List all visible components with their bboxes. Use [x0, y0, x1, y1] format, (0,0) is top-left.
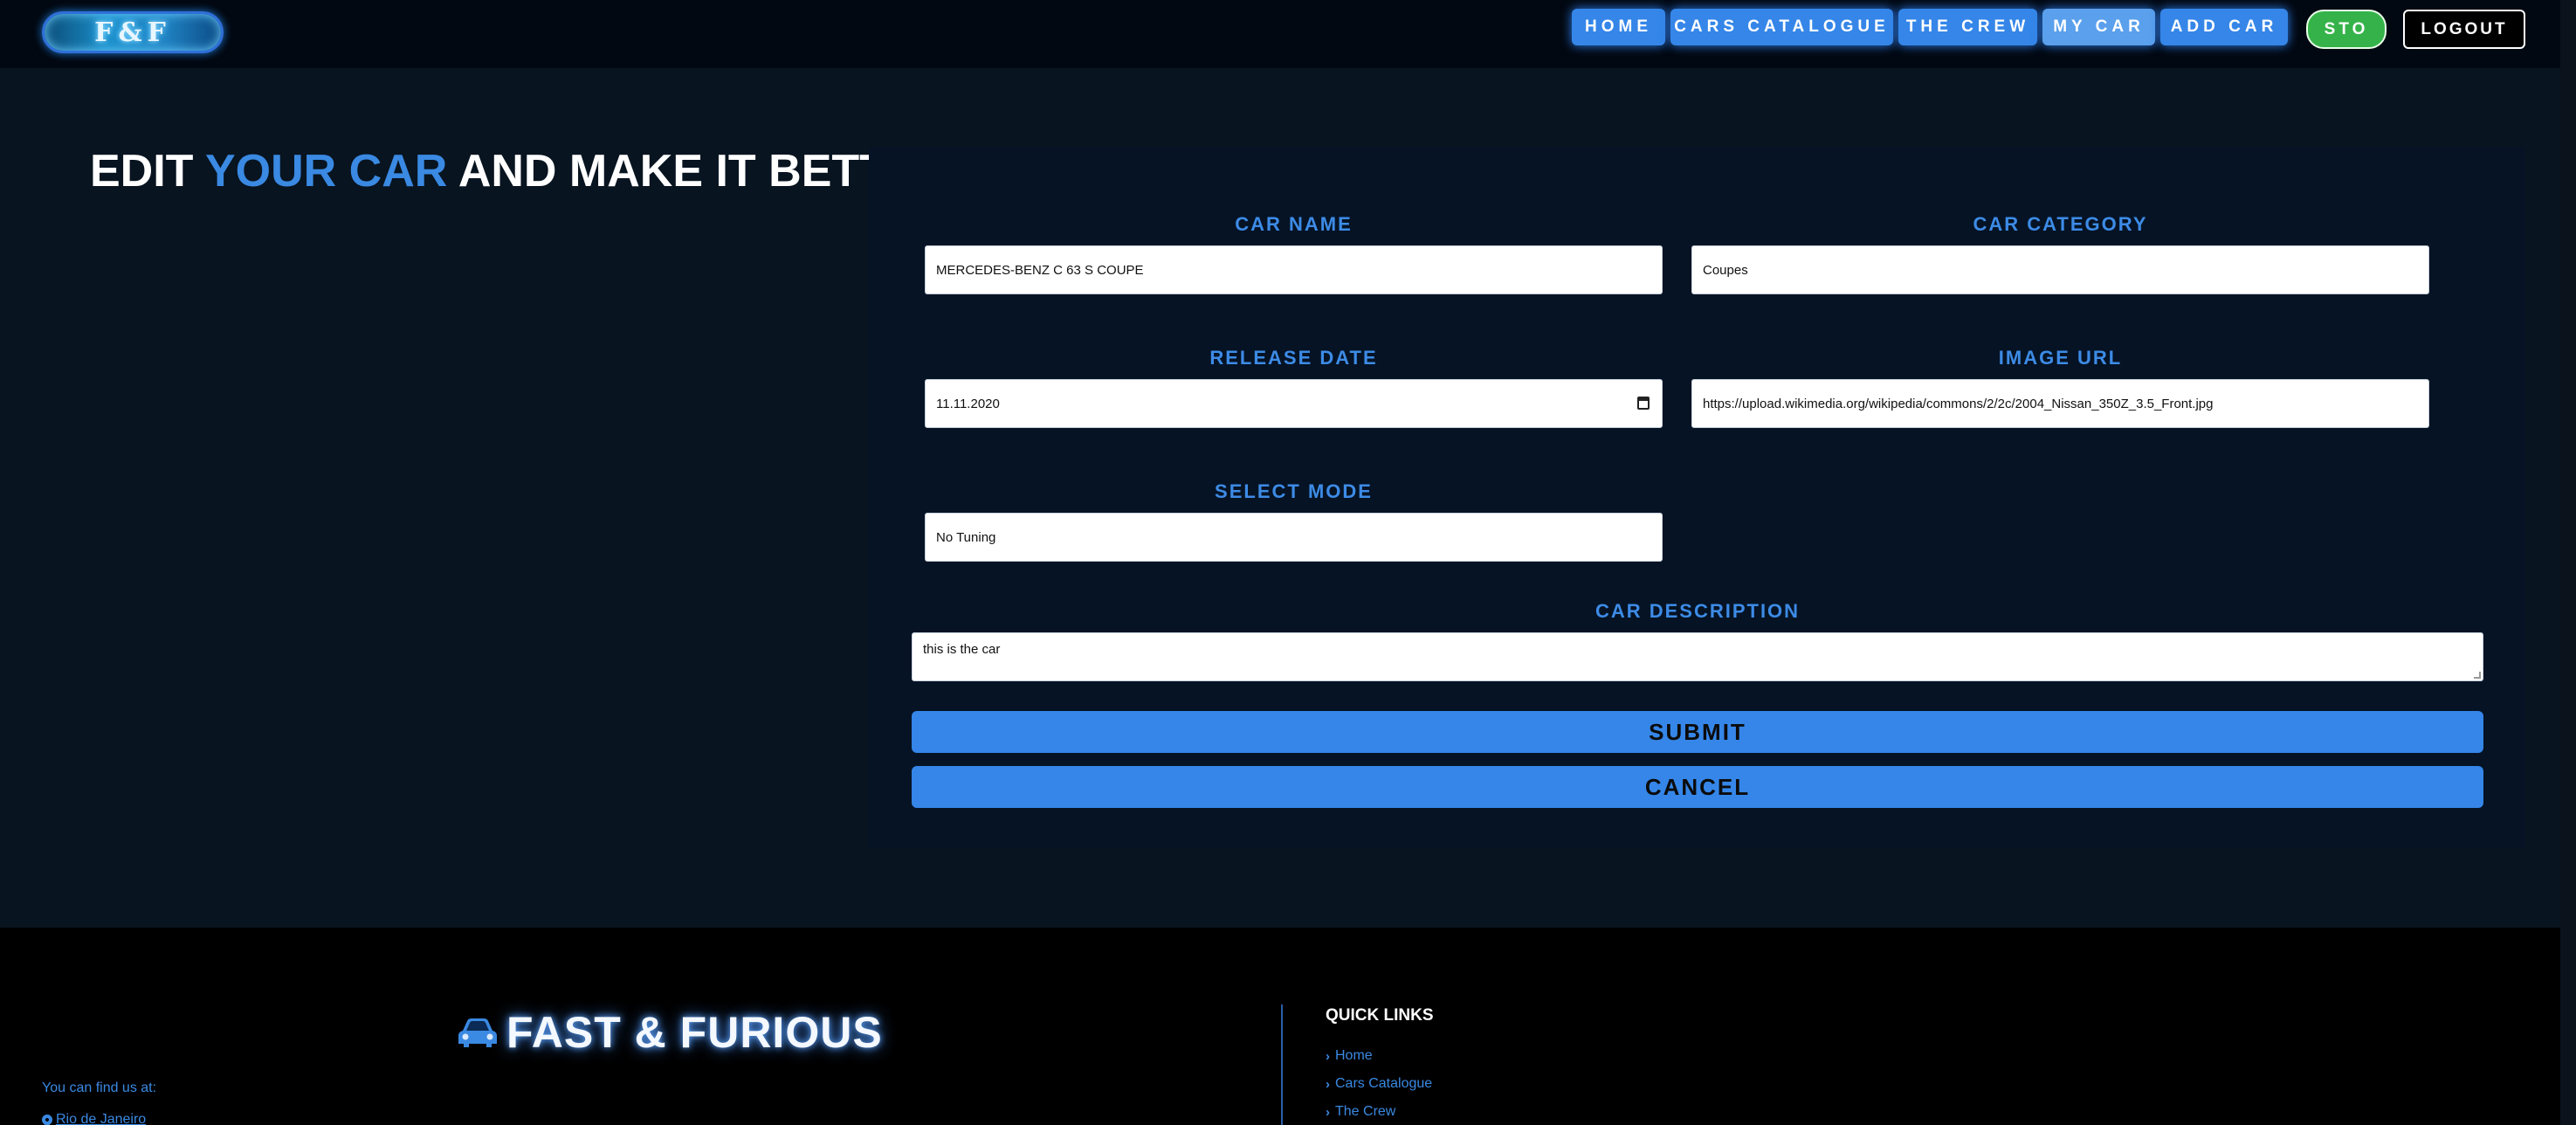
map-pin-icon [39, 1112, 55, 1125]
resize-grip-icon[interactable] [2474, 672, 2481, 679]
calendar-icon[interactable] [1637, 397, 1650, 410]
submit-button[interactable]: SUBMIT [912, 711, 2483, 753]
chevron-right-icon: › [1326, 1104, 1330, 1120]
quick-link-label: Cars Catalogue [1335, 1076, 1433, 1091]
edit-car-form: CAR NAME MERCEDES-BENZ C 63 S COUPE CAR … [869, 147, 2525, 848]
quick-links-title: QUICK LINKS [1326, 1006, 1434, 1025]
quick-link-cars-catalogue[interactable]: › Cars Catalogue [1326, 1076, 1432, 1092]
chevron-right-icon: › [1326, 1076, 1330, 1092]
quick-link-label: Home [1335, 1048, 1373, 1063]
release-date-input[interactable]: 11.11.2020 [925, 379, 1663, 428]
car-description-textarea[interactable]: this is the car [912, 632, 2483, 681]
main-content: EDIT YOUR CAR AND MAKE IT BETTER CAR NAM… [0, 68, 2560, 928]
cancel-button[interactable]: CANCEL [912, 766, 2483, 808]
release-date-value: 11.11.2020 [936, 396, 1000, 411]
title-part-1: EDIT [90, 146, 205, 197]
nav-the-crew-button[interactable]: THE CREW [1898, 9, 2037, 45]
car-name-label: CAR NAME [1235, 213, 1353, 235]
find-us-text: You can find us at: [42, 1080, 157, 1095]
chevron-right-icon: › [1326, 1048, 1330, 1064]
release-date-label: RELEASE DATE [1209, 347, 1378, 369]
car-category-label: CAR CATEGORY [1973, 213, 2148, 235]
vertical-scrollbar[interactable] [2560, 0, 2576, 1125]
sto-button[interactable]: STO [2306, 10, 2387, 49]
car-name-input[interactable]: MERCEDES-BENZ C 63 S COUPE [925, 245, 1663, 294]
location-text: Rio de Janeiro [56, 1112, 147, 1125]
image-url-label: IMAGE URL [1998, 347, 2123, 369]
car-description-label: CAR DESCRIPTION [1595, 600, 1801, 622]
brand-logo[interactable]: F&F [42, 11, 224, 53]
title-accent: YOUR CAR [204, 146, 448, 197]
footer-brand: FAST & FURIOUS [456, 1006, 883, 1059]
logo-text: F&F [94, 17, 171, 48]
footer-brand-text: FAST & FURIOUS [506, 1008, 883, 1057]
quick-link-label: The Crew [1335, 1104, 1396, 1119]
footer: FAST & FURIOUS You can find us at: Rio d… [0, 928, 2560, 1125]
nav-cars-catalogue-button[interactable]: CARS CATALOGUE [1670, 9, 1893, 45]
quick-link-home[interactable]: › Home [1326, 1048, 1373, 1064]
navbar: F&F HOME CARS CATALOGUE THE CREW MY CAR … [0, 0, 2560, 68]
footer-divider [1281, 1004, 1283, 1125]
select-mode-dropdown[interactable]: No Tuning [925, 513, 1663, 562]
select-mode-label: SELECT MODE [1215, 480, 1373, 502]
car-category-input[interactable]: Coupes [1691, 245, 2429, 294]
image-url-input[interactable]: https://upload.wikimedia.org/wikipedia/c… [1691, 379, 2429, 428]
car-description-value: this is the car [923, 642, 1001, 657]
nav-add-car-button[interactable]: ADD CAR [2160, 9, 2288, 45]
quick-link-the-crew[interactable]: › The Crew [1326, 1104, 1395, 1120]
logout-button[interactable]: LOGOUT [2403, 10, 2525, 49]
nav-my-car-button[interactable]: MY CAR [2042, 9, 2155, 45]
nav-home-button[interactable]: HOME [1572, 9, 1665, 45]
page-title: EDIT YOUR CAR AND MAKE IT BETTER [90, 145, 950, 197]
location-link[interactable]: Rio de Janeiro [39, 1112, 147, 1125]
car-icon [458, 1018, 497, 1047]
